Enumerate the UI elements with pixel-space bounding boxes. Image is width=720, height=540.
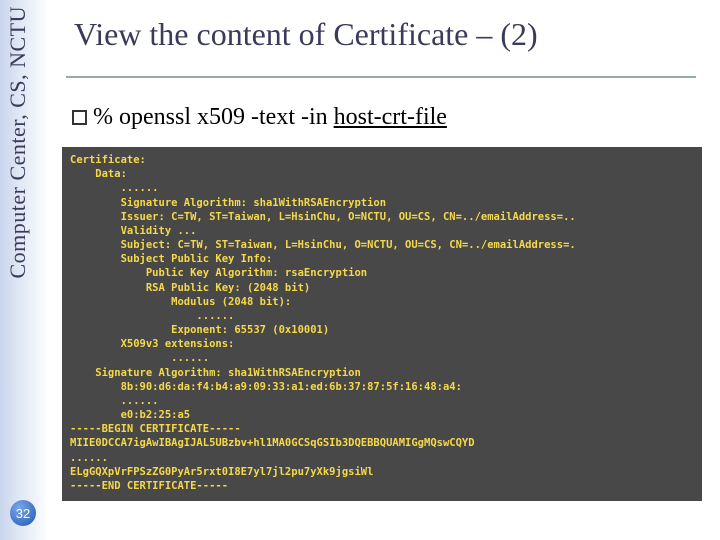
bullet-box-icon xyxy=(72,110,87,125)
slide-content: View the content of Certificate – (2) % … xyxy=(62,0,712,501)
command-prefix: % xyxy=(93,104,119,130)
command-arg: host-crt-file xyxy=(334,104,447,130)
page-number-badge: 32 xyxy=(10,500,36,526)
command-line: % openssl x509 -text -in host-crt-file xyxy=(72,104,712,131)
slide-title: View the content of Certificate – (2) xyxy=(74,16,712,53)
command-text: openssl x509 -text -in xyxy=(119,104,334,130)
sidebar-label: Computer Center, CS, NCTU xyxy=(5,6,31,279)
certificate-output: Certificate: Data: ...... Signature Algo… xyxy=(62,147,702,501)
title-divider xyxy=(66,75,696,78)
sidebar: Computer Center, CS, NCTU 32 xyxy=(0,0,46,540)
